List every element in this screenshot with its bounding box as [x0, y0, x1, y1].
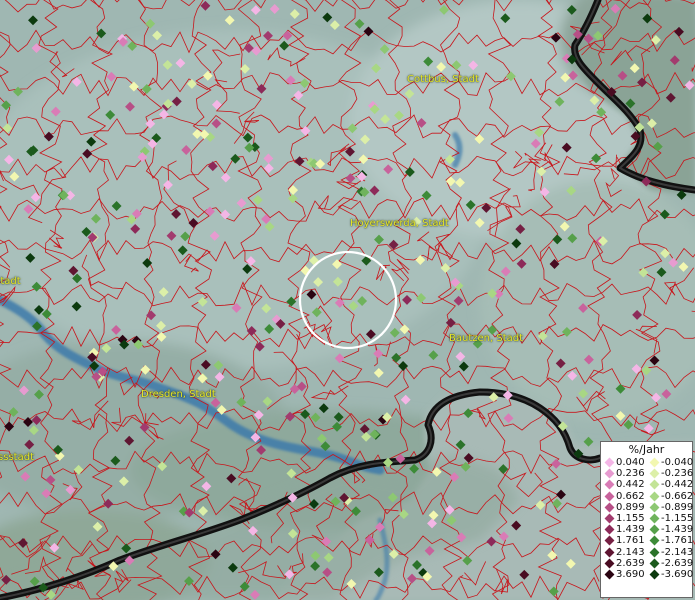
map-canvas[interactable]	[0, 0, 695, 600]
legend-swatch	[604, 491, 615, 502]
legend-entry: -2.639	[646, 557, 694, 569]
legend-value: -0.899	[661, 501, 694, 513]
legend-swatch	[649, 569, 660, 580]
legend-rows: 0.040 -0.040 0.236 -0.236 0.442 -0.442 0.662 -0…	[601, 457, 694, 580]
city-label-bautzen: Bautzen, Stadt	[449, 333, 524, 344]
legend-value: -0.662	[661, 490, 694, 502]
legend-swatch	[649, 468, 660, 479]
legend-swatch	[649, 480, 660, 490]
legend-value: -0.442	[661, 479, 694, 491]
legend-value: -2.143	[661, 546, 694, 558]
legend-swatch	[649, 558, 660, 569]
legend-row: 0.662 -0.662	[601, 490, 694, 502]
legend-entry: -2.143	[646, 546, 694, 558]
legend-value: 0.442	[616, 479, 645, 491]
legend-entry: -1.155	[646, 512, 694, 524]
city-label-fragment-left-upper: Stadt	[0, 276, 21, 287]
legend-row: 0.236 -0.236	[601, 468, 694, 480]
legend-value: 1.155	[616, 512, 645, 524]
legend-entry: -3.690	[646, 568, 694, 580]
legend-swatch	[604, 535, 615, 546]
city-label-hoyerswerda: Hoyerswerda, Stadt	[350, 218, 449, 229]
map-view[interactable]: Cottbus, Stadt Hoyerswerda, Stadt Bautze…	[0, 0, 695, 600]
legend-entry: -0.899	[646, 501, 694, 513]
legend-swatch	[604, 457, 615, 468]
legend-value: -1.155	[661, 512, 694, 524]
map-legend: %/Jahr 0.040 -0.040 0.236 -0.236 0.442 -0.442…	[600, 441, 693, 598]
legend-value: 0.236	[616, 468, 645, 480]
legend-swatch	[604, 513, 615, 524]
legend-row: 2.639 -2.639	[601, 557, 694, 569]
legend-swatch	[604, 468, 615, 479]
legend-row: 0.040 -0.040	[601, 457, 694, 468]
legend-entry: -1.761	[646, 535, 694, 547]
legend-unit: %/Jahr	[628, 443, 665, 456]
legend-entry: -0.662	[646, 490, 694, 502]
legend-swatch	[649, 457, 660, 468]
legend-row: 1.761 -1.761	[601, 535, 694, 547]
legend-swatch	[649, 535, 660, 546]
legend-entry: -0.236	[646, 468, 694, 480]
legend-row: 2.143 -2.143	[601, 546, 694, 558]
legend-value: -3.690	[661, 568, 694, 580]
city-label-cottbus: Cottbus, Stadt	[407, 74, 479, 85]
legend-entry: 2.143	[601, 547, 646, 558]
legend-entry: 0.236	[601, 468, 646, 479]
legend-value: 0.899	[616, 501, 645, 513]
legend-row: 1.439 -1.439	[601, 524, 694, 536]
legend-row: 0.442 -0.442	[601, 479, 694, 491]
legend-entry: 3.690	[601, 569, 646, 580]
city-label-dresden: Dresden, Stadt	[141, 389, 216, 400]
legend-value: -2.639	[661, 557, 694, 569]
legend-row: 1.155 -1.155	[601, 512, 694, 524]
legend-entry: 0.899	[601, 502, 646, 513]
legend-swatch	[604, 524, 615, 535]
legend-value: 2.639	[616, 557, 645, 569]
legend-value: 1.761	[616, 535, 645, 547]
legend-entry: 1.761	[601, 535, 646, 546]
legend-value: 1.439	[616, 524, 645, 536]
legend-value: 0.662	[616, 490, 645, 502]
legend-row: 3.690 -3.690	[601, 568, 694, 580]
legend-swatch	[604, 558, 615, 569]
legend-swatch	[604, 502, 615, 513]
legend-entry: 1.439	[601, 524, 646, 535]
legend-entry: 2.639	[601, 558, 646, 569]
legend-entry: -1.439	[646, 524, 694, 536]
legend-swatch	[649, 513, 660, 524]
legend-swatch	[604, 569, 615, 580]
legend-row: 0.899 -0.899	[601, 501, 694, 513]
legend-swatch	[649, 491, 660, 502]
legend-entry: 0.662	[601, 491, 646, 502]
legend-entry: 1.155	[601, 513, 646, 524]
legend-swatch	[604, 480, 615, 490]
legend-swatch	[604, 547, 615, 558]
legend-entry: -0.040	[646, 457, 694, 468]
legend-swatch	[649, 524, 660, 535]
legend-value: -1.761	[661, 535, 694, 547]
legend-value: 2.143	[616, 546, 645, 558]
legend-swatch	[649, 547, 660, 558]
legend-value: 3.690	[616, 568, 645, 580]
legend-value: -0.040	[661, 457, 694, 468]
city-label-fragment-left-lower: tassstadt	[0, 452, 34, 463]
legend-entry: 0.442	[601, 479, 646, 490]
legend-value: 0.040	[616, 457, 645, 468]
legend-value: -1.439	[661, 524, 694, 536]
legend-entry: -0.442	[646, 479, 694, 491]
legend-value: -0.236	[661, 468, 694, 480]
legend-entry: 0.040	[601, 457, 646, 468]
legend-swatch	[649, 502, 660, 513]
